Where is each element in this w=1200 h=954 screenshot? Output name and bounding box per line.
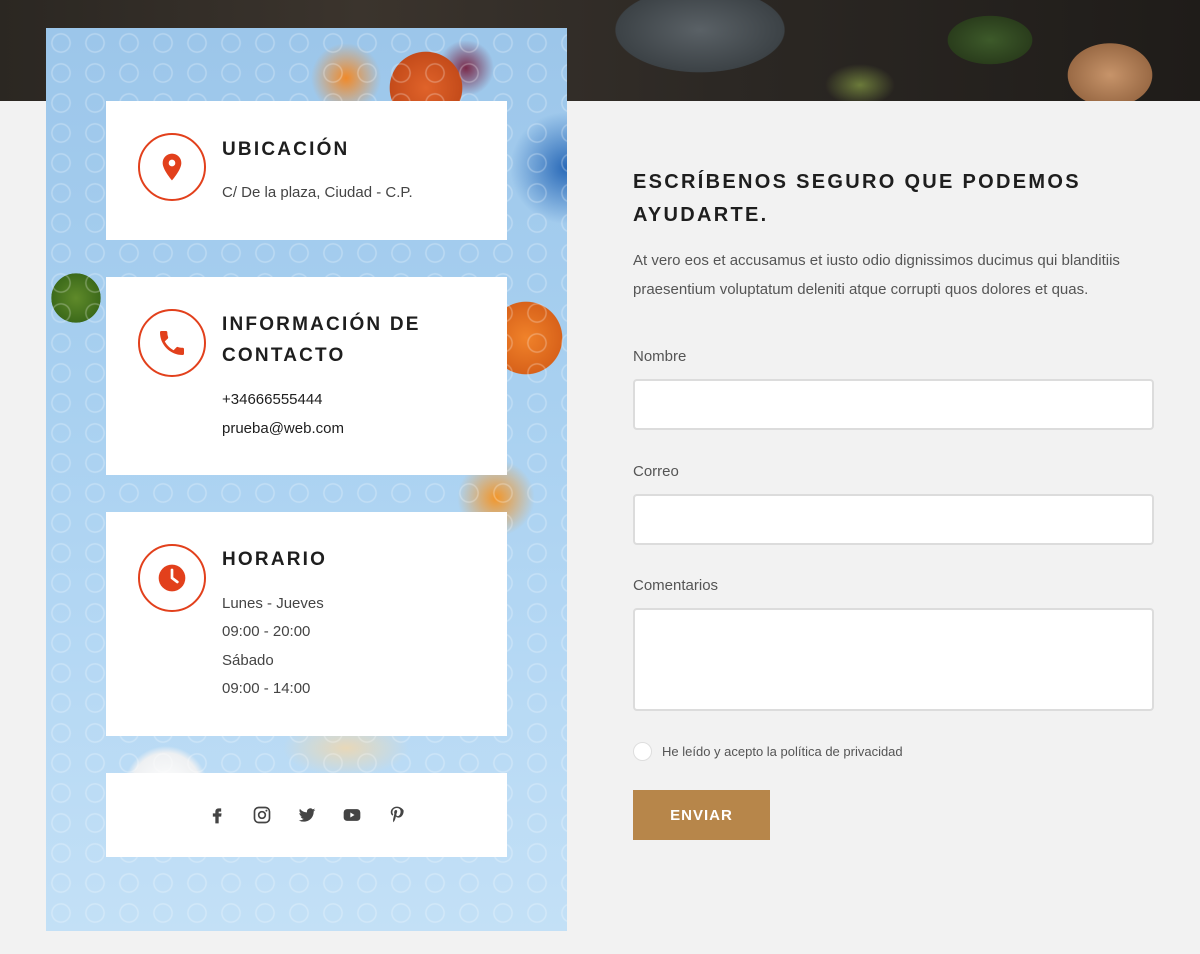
form-description: At vero eos et accusamus et iusto odio d… (633, 246, 1163, 304)
phone-icon (160, 331, 184, 355)
comments-label: Comentarios (633, 577, 719, 594)
name-label: Nombre (633, 348, 687, 365)
form-title: ESCRÍBENOS SEGURO QUE PODEMOS AYUDARTE. (633, 166, 1153, 232)
contact-icon-ring (138, 309, 206, 377)
form-description-line2: praesentium voluptatum deleniti atque co… (633, 281, 1089, 298)
hours-title: HORARIO (222, 549, 328, 570)
hours-line-2: 09:00 - 20:00 (222, 623, 311, 640)
clock-icon (158, 564, 186, 592)
hours-card: HORARIO Lunes - Jueves 09:00 - 20:00 Sáb… (106, 512, 507, 736)
submit-button[interactable]: ENVIAR (633, 790, 770, 840)
social-links-card (106, 773, 507, 857)
hours-line-1: Lunes - Jueves (222, 595, 324, 612)
hours-line-4: 09:00 - 14:00 (222, 680, 311, 697)
privacy-consent-label: He leído y acepto la política de privaci… (662, 744, 903, 759)
hours-line-3: Sábado (222, 652, 274, 669)
facebook-icon[interactable] (206, 805, 227, 826)
youtube-icon[interactable] (341, 805, 362, 826)
location-address: C/ De la plaza, Ciudad - C.P. (222, 184, 413, 201)
contact-title-line1: INFORMACIÓN DE (222, 314, 421, 335)
form-description-line1: At vero eos et accusamus et iusto odio d… (633, 252, 1120, 269)
privacy-consent: He leído y acepto la política de privaci… (633, 742, 903, 761)
form-title-line1: ESCRÍBENOS SEGURO QUE PODEMOS (633, 171, 1081, 193)
location-icon-ring (138, 133, 206, 201)
email-label: Correo (633, 463, 679, 480)
hours-icon-ring (138, 544, 206, 612)
contact-phone[interactable]: +34666555444 (222, 390, 323, 410)
location-title: UBICACIÓN (222, 139, 350, 160)
email-input[interactable] (633, 494, 1154, 545)
form-title-line2: AYUDARTE. (633, 204, 769, 226)
contact-email[interactable]: prueba@web.com (222, 419, 344, 439)
contact-info-card: INFORMACIÓN DE CONTACTO +34666555444 pru… (106, 277, 507, 475)
contact-title-line2: CONTACTO (222, 345, 346, 366)
name-input[interactable] (633, 379, 1154, 430)
twitter-icon[interactable] (296, 805, 317, 826)
instagram-icon[interactable] (251, 805, 272, 826)
map-pin-icon (162, 153, 182, 181)
pinterest-icon[interactable] (386, 805, 407, 826)
location-card: UBICACIÓN C/ De la plaza, Ciudad - C.P. (106, 101, 507, 240)
comments-textarea[interactable] (633, 608, 1154, 711)
privacy-consent-checkbox[interactable] (633, 742, 652, 761)
